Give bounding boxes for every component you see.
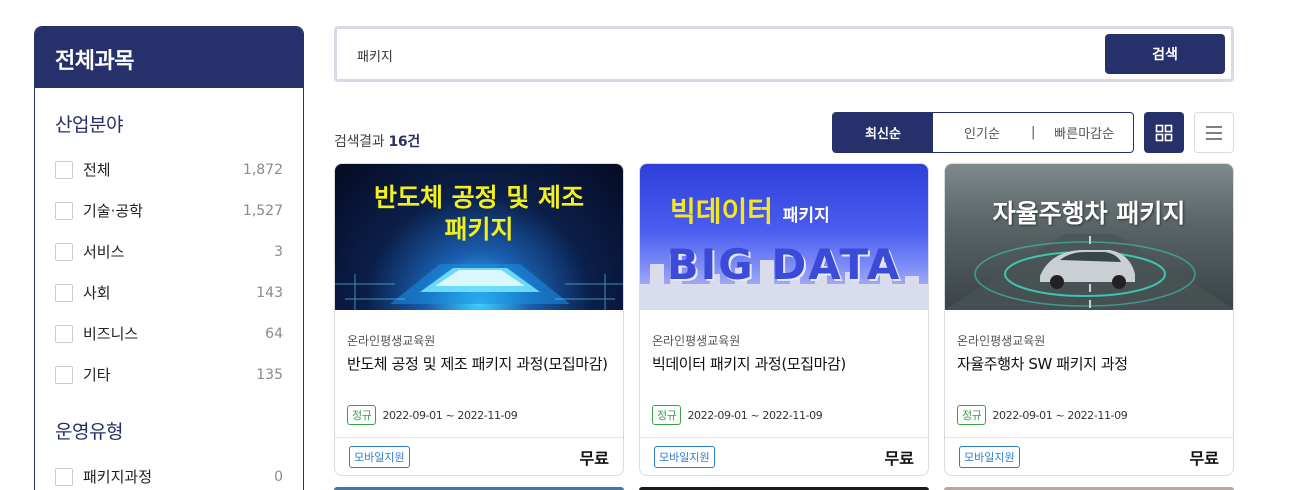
sort-options: 최신순 인기순 | 빠른마감순 [832, 112, 1134, 153]
section-title-industry: 산업분야 [55, 114, 123, 136]
search-result-count: 검색결과 16건 [334, 131, 420, 151]
sort-latest-button[interactable]: 최신순 [833, 113, 933, 152]
category-item-service[interactable]: 서비스 3 [35, 231, 303, 272]
type-count: 0 [274, 468, 283, 485]
checkbox[interactable] [55, 242, 73, 261]
checkbox[interactable] [55, 365, 73, 384]
type-item-package[interactable]: 패키지과정 0 [35, 456, 303, 490]
course-thumbnail-semiconductor[interactable]: 반도체 공정 및 제조 패키지 [335, 164, 623, 310]
course-thumbnail-autonomous[interactable]: 자율주행차 패키지 [945, 164, 1233, 310]
section-title-operation: 운영유형 [55, 421, 123, 443]
course-title[interactable]: 빅데이터 패키지 과정(모집마감) [652, 353, 916, 399]
checkbox[interactable] [55, 467, 73, 486]
thumbnail-title-main: 빅데이터 [670, 195, 774, 228]
mobile-support-badge: 모바일지원 [349, 445, 410, 468]
sidebar-title: 전체과목 [35, 27, 303, 88]
result-prefix: 검색결과 [334, 134, 389, 150]
course-card[interactable]: 빅데이터 패키지 BIG DATA 온라인평생교육원 빅데이터 패키지 과정(모… [639, 163, 929, 476]
search-bar: 검색 [334, 26, 1234, 82]
category-count: 1,872 [242, 161, 283, 178]
category-count: 64 [265, 325, 283, 342]
grid-icon [1155, 124, 1173, 141]
course-period: 2022-09-01 ~ 2022-11-09 [992, 408, 1128, 422]
course-institution: 온라인평생교육원 [652, 334, 741, 348]
course-period: 2022-09-01 ~ 2022-11-09 [382, 408, 518, 422]
course-institution: 온라인평생교육원 [347, 334, 436, 348]
course-title[interactable]: 반도체 공정 및 제조 패키지 과정(모집마감) [347, 353, 611, 399]
thumbnail-title-line1: 반도체 공정 및 제조 [373, 183, 585, 212]
checkbox[interactable] [55, 201, 73, 220]
category-item-business[interactable]: 비즈니스 64 [35, 313, 303, 354]
thumbnail-title: 자율주행차 패키지 [992, 199, 1186, 228]
course-institution: 온라인평생교육원 [957, 334, 1046, 348]
mobile-support-badge: 모바일지원 [654, 445, 715, 468]
list-view-button[interactable] [1194, 112, 1234, 153]
checkbox[interactable] [55, 324, 73, 343]
category-count: 143 [256, 284, 283, 301]
car-graphic [945, 234, 1233, 310]
checkbox[interactable] [55, 160, 73, 179]
mobile-support-badge: 모바일지원 [959, 445, 1020, 468]
checkbox[interactable] [55, 283, 73, 302]
list-icon [1206, 125, 1222, 140]
course-thumbnail-bigdata[interactable]: 빅데이터 패키지 BIG DATA [640, 164, 928, 310]
search-button[interactable]: 검색 [1105, 34, 1225, 74]
thumbnail-bigdata-text: BIG DATA [666, 240, 902, 289]
category-label: 사회 [83, 284, 111, 302]
category-label: 서비스 [83, 243, 125, 261]
category-item-all[interactable]: 전체 1,872 [35, 149, 303, 190]
course-price: 무료 [884, 448, 914, 468]
thumbnail-title: 빅데이터 패키지 [670, 190, 928, 230]
category-label: 비즈니스 [83, 325, 139, 343]
course-title[interactable]: 자율주행차 SW 패키지 과정 [957, 353, 1221, 399]
course-price: 무료 [579, 448, 609, 468]
category-sidebar: 전체과목 산업분야 전체 1,872 기술·공학 1,527 서비스 3 사회 … [34, 26, 304, 490]
thumbnail-title-line2: 패키지 [444, 215, 514, 244]
category-label: 기타 [83, 366, 111, 384]
course-card[interactable]: 자율주행차 패키지 온라인평생교육원 자율주행차 SW 패키지 과정 정규 20… [944, 163, 1234, 476]
sort-deadline-button[interactable]: 빠른마감순 [1035, 113, 1133, 152]
regular-badge: 정규 [347, 405, 377, 425]
regular-badge: 정규 [957, 405, 987, 425]
search-input[interactable] [357, 43, 1097, 67]
grid-view-button[interactable] [1144, 112, 1184, 153]
category-count: 135 [256, 366, 283, 383]
category-label: 전체 [83, 161, 111, 179]
category-item-etc[interactable]: 기타 135 [35, 354, 303, 395]
course-card[interactable]: 반도체 공정 및 제조 패키지 온라인평생교육원 반도체 공정 및 제조 패키지… [334, 163, 624, 476]
category-item-society[interactable]: 사회 143 [35, 272, 303, 313]
result-number: 16건 [388, 134, 420, 150]
category-label: 기술·공학 [83, 202, 143, 220]
category-count: 1,527 [242, 202, 283, 219]
type-label: 패키지과정 [83, 468, 153, 486]
sort-popular-button[interactable]: 인기순 [933, 113, 1031, 152]
regular-badge: 정규 [652, 405, 682, 425]
thumbnail-title-sub: 패키지 [782, 206, 830, 226]
category-count: 3 [274, 243, 283, 260]
course-price: 무료 [1189, 448, 1219, 468]
course-period: 2022-09-01 ~ 2022-11-09 [687, 408, 823, 422]
category-item-engineering[interactable]: 기술·공학 1,527 [35, 190, 303, 231]
